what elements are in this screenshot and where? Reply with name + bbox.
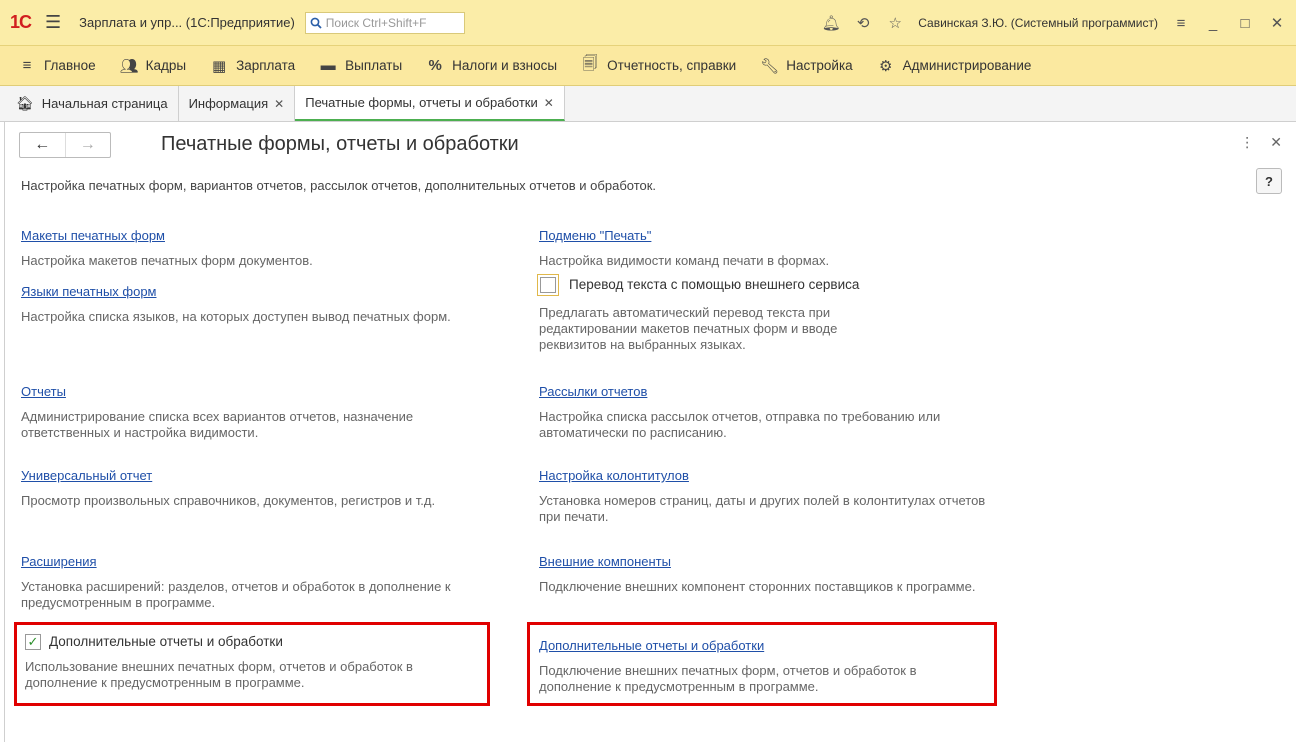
highlight-box-right xyxy=(527,622,997,706)
left-item-extensions: Расширения Установка расширений: раздело… xyxy=(21,554,501,611)
tab-print-forms[interactable]: Печатные формы, отчеты и обработки ✕ xyxy=(295,86,565,121)
close-form-icon[interactable]: ✕ xyxy=(1270,134,1282,151)
star-icon[interactable]: ☆ xyxy=(886,14,904,32)
form-content: ← → Печатные формы, отчеты и обработки ⋮… xyxy=(4,122,1296,742)
history-icon[interactable]: ⟲ xyxy=(854,14,872,32)
left-item-languages: Языки печатных форм Настройка списка язы… xyxy=(21,284,501,325)
app-title: Зарплата и упр... (1С:Предприятие) xyxy=(79,15,295,30)
right-item-print-menu: Подменю "Печать" Настройка видимости ком… xyxy=(539,228,1019,269)
maximize-icon[interactable]: □ xyxy=(1236,14,1254,32)
minimize-icon[interactable]: _ xyxy=(1204,14,1222,32)
tab-close-icon[interactable]: ✕ xyxy=(274,97,284,111)
section-salary[interactable]: ▦ Зарплата xyxy=(198,46,307,86)
help-button[interactable]: ? xyxy=(1256,168,1282,194)
section-main[interactable]: ≡ Главное xyxy=(6,46,108,86)
percent-icon: % xyxy=(428,57,442,74)
wrench-icon: 🔧︎ xyxy=(760,57,780,75)
section-taxes[interactable]: % Налоги и взносы xyxy=(414,46,569,86)
tab-close-icon[interactable]: ✕ xyxy=(544,96,554,110)
form-description: Настройка печатных форм, вариантов отчет… xyxy=(21,178,657,193)
close-icon[interactable]: ✕ xyxy=(1268,14,1286,32)
highlight-box-left xyxy=(14,622,490,706)
translation-checkbox[interactable] xyxy=(537,274,559,296)
search-input[interactable]: Поиск Ctrl+Shift+F xyxy=(304,11,465,34)
right-item-headers: Настройка колонтитулов Установка номеров… xyxy=(539,468,1019,525)
extensions-link[interactable]: Расширения xyxy=(21,554,501,570)
people-icon: 👥︎ xyxy=(119,57,139,75)
report-icon: 🗐︎ xyxy=(582,55,598,72)
left-item-reports: Отчеты Администрирование списка всех вар… xyxy=(21,384,501,441)
bell-icon[interactable]: 🔔︎ xyxy=(822,14,841,32)
forward-button[interactable]: → xyxy=(64,133,111,157)
checkbox-label[interactable]: Перевод текста с помощью внешнего сервис… xyxy=(569,277,859,293)
calculator-icon: ▦ xyxy=(211,57,227,75)
tab-home[interactable]: 🏠︎ Начальная страница xyxy=(6,86,179,121)
hamburger-icon: ≡ xyxy=(22,57,32,74)
right-item-components: Внешние компоненты Подключение внешних к… xyxy=(539,554,1019,595)
more-actions-icon[interactable]: ⋮ xyxy=(1240,134,1254,151)
tab-info[interactable]: Информация ✕ xyxy=(179,86,296,121)
reports-link[interactable]: Отчеты xyxy=(21,384,501,400)
title-bar: 1С ☰ Зарплата и упр... (1С:Предприятие) … xyxy=(0,0,1296,46)
home-icon: 🏠︎ xyxy=(16,95,34,111)
right-item-mailings: Рассылки отчетов Настройка списка рассыл… xyxy=(539,384,1019,441)
page-title: Печатные формы, отчеты и обработки xyxy=(161,133,519,155)
settings-menu-icon[interactable]: ≡ xyxy=(1172,14,1190,32)
nav-buttons: ← → xyxy=(19,132,111,158)
section-reports[interactable]: 🗐︎ Отчетность, справки xyxy=(569,46,748,86)
external-components-link[interactable]: Внешние компоненты xyxy=(539,554,1019,570)
app-logo: 1С xyxy=(10,12,32,32)
report-mailings-link[interactable]: Рассылки отчетов xyxy=(539,384,1019,400)
search-icon xyxy=(310,17,322,29)
right-item-translation: Перевод текста с помощью внешнего сервис… xyxy=(537,274,1017,353)
search-placeholder: Поиск Ctrl+Shift+F xyxy=(325,15,427,30)
sections-panel: ≡ Главное 👥︎ Кадры ▦ Зарплата ▬ Выплаты % Нал… xyxy=(0,46,1296,86)
open-tabs: 🏠︎ Начальная страница Информация ✕ Печат… xyxy=(0,86,1296,122)
left-item-universal: Универсальный отчет Просмотр произвольны… xyxy=(21,468,521,509)
print-submenu-link[interactable]: Подменю "Печать" xyxy=(539,228,1019,244)
universal-report-link[interactable]: Универсальный отчет xyxy=(21,468,521,484)
section-payments[interactable]: ▬ Выплаты xyxy=(307,46,414,86)
section-settings[interactable]: 🔧︎ Настройка xyxy=(748,46,864,86)
main-menu-icon[interactable]: ☰ xyxy=(45,12,61,33)
print-templates-link[interactable]: Макеты печатных форм xyxy=(21,228,501,244)
user-name[interactable]: Савинская З.Ю. (Системный программист) xyxy=(918,16,1158,30)
wallet-icon: ▬ xyxy=(320,57,336,74)
left-item-templates: Макеты печатных форм Настройка макетов п… xyxy=(21,228,501,269)
print-languages-link[interactable]: Языки печатных форм xyxy=(21,284,501,300)
section-hr[interactable]: 👥︎ Кадры xyxy=(108,46,198,86)
back-button[interactable]: ← xyxy=(20,133,65,157)
section-admin[interactable]: ⚙ Администрирование xyxy=(865,46,1044,86)
gear-icon: ⚙ xyxy=(878,57,893,75)
headers-footers-link[interactable]: Настройка колонтитулов xyxy=(539,468,1019,484)
